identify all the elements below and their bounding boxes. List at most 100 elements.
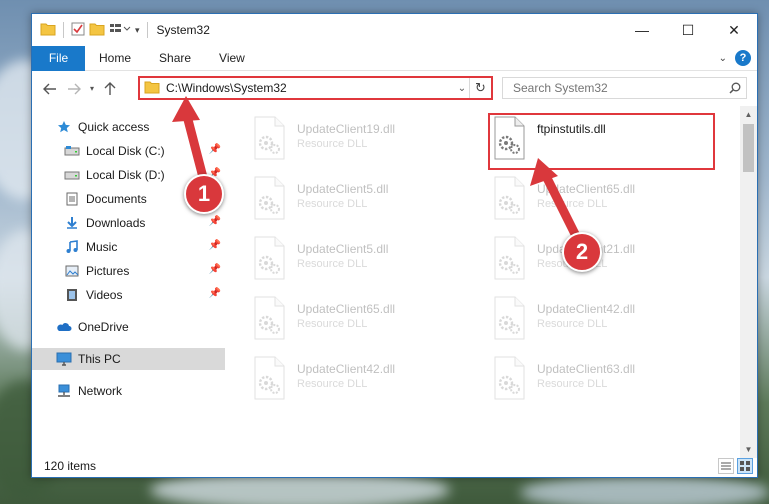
- sidebar-item-label: Quick access: [78, 120, 150, 134]
- forward-button[interactable]: [62, 77, 86, 101]
- file-item[interactable]: UpdateClient42.dll Resource DLL: [491, 296, 711, 348]
- search-input[interactable]: [503, 81, 724, 95]
- onedrive-icon: [56, 319, 72, 335]
- explorer-window: ▾ System32 — ☐ ✕ File Home Share View ⌄ …: [31, 13, 758, 478]
- large-icons-view-icon[interactable]: [737, 458, 753, 474]
- pin-icon[interactable]: 📌: [209, 216, 221, 227]
- details-view-icon[interactable]: [718, 458, 734, 474]
- expand-ribbon-icon[interactable]: ⌄: [719, 53, 727, 64]
- window-controls: — ☐ ✕: [619, 14, 757, 46]
- file-name: UpdateClient63.dll: [537, 362, 636, 376]
- music-icon: [64, 239, 80, 255]
- maximize-button[interactable]: ☐: [665, 14, 711, 46]
- dll-file-icon: [491, 176, 527, 220]
- search-icon[interactable]: [724, 82, 746, 94]
- sidebar-item-network[interactable]: Network: [32, 380, 225, 402]
- refresh-button[interactable]: ↻: [469, 78, 491, 98]
- annotation-marker-1: 1: [184, 174, 224, 214]
- file-item[interactable]: UpdateClient65.dll Resource DLL: [251, 296, 471, 348]
- address-path[interactable]: C:\Windows\System32: [166, 81, 455, 95]
- recent-locations-button[interactable]: ▾: [86, 77, 98, 101]
- sidebar-item-label: Network: [78, 384, 123, 398]
- chevron-down-icon[interactable]: ▾: [135, 25, 140, 36]
- tab-home[interactable]: Home: [85, 46, 145, 71]
- vertical-scrollbar[interactable]: ▲ ▼: [740, 106, 757, 458]
- address-bar[interactable]: C:\Windows\System32 ⌄ ↻: [138, 76, 493, 100]
- sidebar-item-downloads[interactable]: Downloads 📌: [32, 212, 225, 234]
- file-name: UpdateClient65.dll: [537, 182, 636, 196]
- computer-icon: [56, 351, 72, 367]
- pin-icon[interactable]: 📌: [209, 144, 221, 155]
- folder-icon: [40, 22, 56, 39]
- dll-file-icon: [491, 296, 527, 340]
- sidebar-item-label: This PC: [78, 352, 121, 366]
- file-item[interactable]: UpdateClient5.dll Resource DLL: [251, 236, 471, 288]
- new-folder-icon[interactable]: [89, 22, 105, 39]
- drive-icon: [64, 143, 80, 159]
- properties-icon[interactable]: [71, 22, 85, 39]
- sidebar-item-local-disk-c[interactable]: Local Disk (C:) 📌: [32, 140, 225, 162]
- pictures-icon: [64, 263, 80, 279]
- background-cloud: [520, 475, 769, 504]
- tab-view[interactable]: View: [205, 46, 259, 71]
- videos-icon: [64, 287, 80, 303]
- tab-share[interactable]: Share: [145, 46, 205, 71]
- search-box[interactable]: [502, 77, 747, 99]
- pin-icon[interactable]: 📌: [209, 288, 221, 299]
- file-type: Resource DLL: [537, 378, 608, 390]
- file-name: UpdateClient5.dll: [297, 242, 389, 256]
- item-count: 120 items: [44, 459, 97, 473]
- sidebar-item-pictures[interactable]: Pictures 📌: [32, 260, 225, 282]
- dll-file-icon: [491, 236, 527, 280]
- chevron-down-icon[interactable]: ⌄: [455, 83, 469, 94]
- view-toggle: [718, 458, 753, 474]
- file-type: Resource DLL: [537, 198, 608, 210]
- ribbon-tabs: File Home Share View ⌄ ?: [32, 45, 757, 71]
- file-item[interactable]: UpdateClient21.dllResource DLL: [491, 236, 711, 288]
- sidebar-item-this-pc[interactable]: This PC: [32, 348, 225, 370]
- sidebar-item-music[interactable]: Music 📌: [32, 236, 225, 258]
- sidebar-item-onedrive[interactable]: OneDrive: [32, 316, 225, 338]
- file-name: UpdateClient42.dll: [537, 302, 636, 316]
- arrow-right-icon: [68, 83, 81, 94]
- status-bar: 120 items: [32, 455, 757, 477]
- file-type: Resource DLL: [537, 318, 608, 330]
- star-icon: [56, 119, 72, 135]
- pin-icon[interactable]: 📌: [209, 240, 221, 251]
- file-item[interactable]: UpdateClient19.dll Resource DLL: [251, 116, 471, 168]
- sidebar-item-videos[interactable]: Videos 📌: [32, 284, 225, 306]
- sidebar-item-label: Documents: [86, 192, 147, 206]
- scroll-up-icon[interactable]: ▲: [740, 106, 757, 123]
- window-title: System32: [156, 23, 210, 37]
- tab-file[interactable]: File: [32, 45, 85, 71]
- sidebar-item-quick-access[interactable]: Quick access: [32, 116, 225, 138]
- file-item[interactable]: UpdateClient42.dll Resource DLL: [251, 356, 471, 408]
- file-item[interactable]: UpdateClient65.dll Resource DLL: [491, 176, 711, 228]
- dll-file-icon: [491, 356, 527, 400]
- close-button[interactable]: ✕: [711, 14, 757, 46]
- file-item[interactable]: UpdateClient5.dll Resource DLL: [251, 176, 471, 228]
- help-button[interactable]: ?: [735, 50, 751, 66]
- scrollbar-thumb[interactable]: [743, 124, 754, 172]
- file-name: UpdateClient19.dll: [297, 122, 396, 136]
- back-button[interactable]: [38, 77, 62, 101]
- dll-file-icon: [251, 236, 287, 280]
- up-button[interactable]: [98, 77, 122, 101]
- file-meta: UpdateClient65.dll Resource DLL: [537, 176, 635, 210]
- documents-icon: [64, 191, 80, 207]
- minimize-button[interactable]: —: [619, 14, 665, 46]
- separator: [146, 22, 148, 38]
- pin-icon[interactable]: 📌: [209, 264, 221, 275]
- ribbon-right: ⌄ ?: [719, 50, 751, 66]
- dll-file-icon: [251, 176, 287, 220]
- annotation-marker-2: 2: [562, 232, 602, 272]
- sidebar-item-label: OneDrive: [78, 320, 129, 334]
- sidebar-item-label: Pictures: [86, 264, 130, 278]
- network-icon: [56, 383, 72, 399]
- file-meta: UpdateClient65.dll Resource DLL: [297, 296, 395, 330]
- customize-toolbar-icon[interactable]: [109, 22, 131, 39]
- dll-file-icon: [251, 356, 287, 400]
- dll-file-icon: [251, 116, 287, 160]
- file-item[interactable]: UpdateClient63.dll Resource DLL: [491, 356, 711, 408]
- file-meta: UpdateClient42.dll Resource DLL: [537, 296, 635, 330]
